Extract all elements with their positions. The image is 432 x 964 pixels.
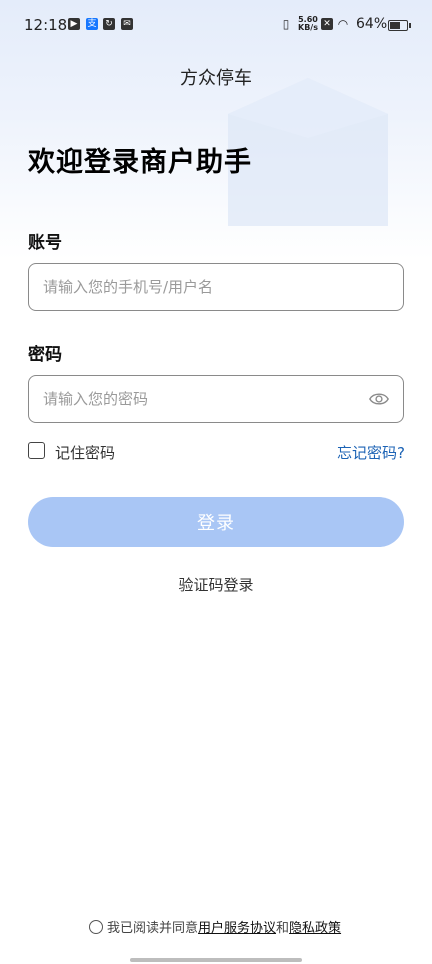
battery-percent: 64% <box>356 16 388 32</box>
message-icon: ✉ <box>121 18 133 30</box>
home-indicator[interactable] <box>130 958 302 962</box>
alipay-icon: 支 <box>86 18 98 30</box>
remember-password-checkbox[interactable] <box>28 442 45 459</box>
wifi-icon: ◠ <box>337 17 349 31</box>
agree-prefix: 我已阅读并同意 <box>107 921 199 936</box>
terms-link[interactable]: 用户服务协议 <box>198 921 276 936</box>
remember-password-label[interactable]: 记住密码 <box>55 442 115 463</box>
network-speed: 5.60 KB/s <box>298 15 318 32</box>
show-password-eye-icon[interactable] <box>368 388 390 410</box>
account-label: 账号 <box>28 233 62 253</box>
status-bar: 12:18 ▶ 支 ↻ ✉ ▯ 5.60 KB/s ✕ ◠ 64% <box>0 0 432 50</box>
battery-icon <box>388 20 411 31</box>
no-sim-icon: ✕ <box>321 18 333 30</box>
agree-and: 和 <box>276 921 290 936</box>
privacy-link[interactable]: 隐私政策 <box>289 921 341 936</box>
status-time: 12:18 <box>24 16 68 34</box>
password-label: 密码 <box>28 345 62 365</box>
page-title: 欢迎登录商户助手 <box>28 147 252 178</box>
sync-icon: ↻ <box>103 18 115 30</box>
agree-radio[interactable] <box>89 920 103 934</box>
login-button[interactable]: 登录 <box>28 497 404 547</box>
sms-login-link[interactable]: 验证码登录 <box>0 574 432 595</box>
password-input[interactable] <box>28 375 404 423</box>
agreement-row: 我已阅读并同意用户服务协议和隐私政策 <box>89 917 341 936</box>
video-app-icon: ▶ <box>68 18 80 30</box>
vibrate-icon: ▯ <box>282 17 290 31</box>
forgot-password-link[interactable]: 忘记密码? <box>337 442 405 463</box>
account-input[interactable] <box>28 263 404 311</box>
app-title: 方众停车 <box>180 68 252 89</box>
